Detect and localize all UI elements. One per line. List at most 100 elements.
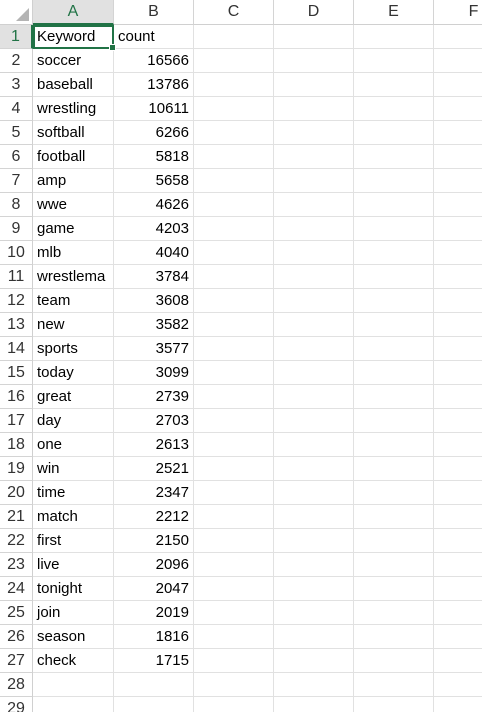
cell-count[interactable]: 2019 [114, 601, 194, 625]
cell-empty[interactable] [354, 145, 434, 169]
cell-empty[interactable] [354, 457, 434, 481]
row-header[interactable]: 16 [0, 385, 33, 409]
cell-empty[interactable] [194, 73, 274, 97]
cell-empty[interactable] [274, 457, 354, 481]
cell-keyword[interactable]: softball [33, 121, 114, 145]
cell-empty[interactable] [354, 25, 434, 49]
cell-empty[interactable] [194, 385, 274, 409]
cell-empty[interactable] [434, 409, 482, 433]
cell-count[interactable]: 2739 [114, 385, 194, 409]
cell-keyword[interactable]: match [33, 505, 114, 529]
cell-empty[interactable] [434, 625, 482, 649]
cell-empty[interactable] [434, 697, 482, 712]
column-header-c[interactable]: C [194, 0, 274, 25]
cell-empty[interactable] [194, 697, 274, 712]
cell-empty[interactable] [354, 649, 434, 673]
cell-keyword[interactable]: first [33, 529, 114, 553]
cell-empty[interactable] [274, 97, 354, 121]
cell-count[interactable]: 3099 [114, 361, 194, 385]
cell-empty[interactable] [194, 337, 274, 361]
row-header[interactable]: 11 [0, 265, 33, 289]
cell-count[interactable] [114, 673, 194, 697]
cell-count[interactable]: 13786 [114, 73, 194, 97]
cell-empty[interactable] [194, 49, 274, 73]
row-header[interactable]: 22 [0, 529, 33, 553]
cell-empty[interactable] [194, 457, 274, 481]
cell-keyword[interactable]: great [33, 385, 114, 409]
row-header[interactable]: 17 [0, 409, 33, 433]
cell-empty[interactable] [434, 313, 482, 337]
cell-keyword[interactable]: baseball [33, 73, 114, 97]
row-header[interactable]: 18 [0, 433, 33, 457]
cell-empty[interactable] [434, 601, 482, 625]
row-header[interactable]: 8 [0, 193, 33, 217]
cell-empty[interactable] [434, 121, 482, 145]
cell-empty[interactable] [354, 97, 434, 121]
cell-empty[interactable] [354, 505, 434, 529]
cell-empty[interactable] [274, 505, 354, 529]
cell-empty[interactable] [434, 553, 482, 577]
cell-empty[interactable] [274, 145, 354, 169]
cell-keyword[interactable]: win [33, 457, 114, 481]
cell-empty[interactable] [354, 193, 434, 217]
cell-empty[interactable] [434, 193, 482, 217]
cell-empty[interactable] [274, 217, 354, 241]
cell-count[interactable]: 3784 [114, 265, 194, 289]
cell-empty[interactable] [434, 385, 482, 409]
cell-empty[interactable] [434, 73, 482, 97]
column-header-e[interactable]: E [354, 0, 434, 25]
row-header[interactable]: 27 [0, 649, 33, 673]
cell-empty[interactable] [274, 265, 354, 289]
cell-empty[interactable] [354, 529, 434, 553]
row-header[interactable]: 14 [0, 337, 33, 361]
cell-count[interactable]: 1816 [114, 625, 194, 649]
cell-empty[interactable] [354, 265, 434, 289]
cell-empty[interactable] [194, 577, 274, 601]
cell-empty[interactable] [434, 481, 482, 505]
cell-empty[interactable] [354, 73, 434, 97]
row-header[interactable]: 28 [0, 673, 33, 697]
cell-count[interactable]: 2347 [114, 481, 194, 505]
cell-empty[interactable] [274, 193, 354, 217]
cell-keyword[interactable]: mlb [33, 241, 114, 265]
cell-empty[interactable] [434, 217, 482, 241]
cell-empty[interactable] [434, 577, 482, 601]
cell-empty[interactable] [194, 673, 274, 697]
column-header-f[interactable]: F [434, 0, 482, 25]
cell-empty[interactable] [194, 169, 274, 193]
cell-empty[interactable] [434, 649, 482, 673]
cell-empty[interactable] [354, 481, 434, 505]
cell-empty[interactable] [274, 553, 354, 577]
cell-empty[interactable] [434, 673, 482, 697]
row-header[interactable]: 19 [0, 457, 33, 481]
cell-keyword[interactable]: amp [33, 169, 114, 193]
cell-empty[interactable] [354, 121, 434, 145]
cell-empty[interactable] [274, 673, 354, 697]
cell-empty[interactable] [354, 313, 434, 337]
cell-count[interactable]: 2212 [114, 505, 194, 529]
cell-empty[interactable] [274, 169, 354, 193]
cell-count[interactable]: 4040 [114, 241, 194, 265]
cell-empty[interactable] [274, 337, 354, 361]
row-header[interactable]: 3 [0, 73, 33, 97]
cell-count[interactable]: 3577 [114, 337, 194, 361]
cell-empty[interactable] [274, 481, 354, 505]
cell-count[interactable]: 4203 [114, 217, 194, 241]
cell-empty[interactable] [434, 169, 482, 193]
select-all-corner[interactable] [0, 0, 33, 25]
cell-keyword[interactable]: day [33, 409, 114, 433]
cell-empty[interactable] [194, 313, 274, 337]
cell-keyword[interactable]: check [33, 649, 114, 673]
cell-count[interactable]: 1715 [114, 649, 194, 673]
row-header[interactable]: 24 [0, 577, 33, 601]
cell-empty[interactable] [274, 649, 354, 673]
cell-count[interactable]: 3582 [114, 313, 194, 337]
row-header[interactable]: 12 [0, 289, 33, 313]
cell-empty[interactable] [434, 529, 482, 553]
row-header[interactable]: 21 [0, 505, 33, 529]
row-header[interactable]: 1 [0, 25, 33, 49]
cell-empty[interactable] [274, 49, 354, 73]
cell-empty[interactable] [434, 361, 482, 385]
row-header[interactable]: 25 [0, 601, 33, 625]
cell-count[interactable]: 2150 [114, 529, 194, 553]
